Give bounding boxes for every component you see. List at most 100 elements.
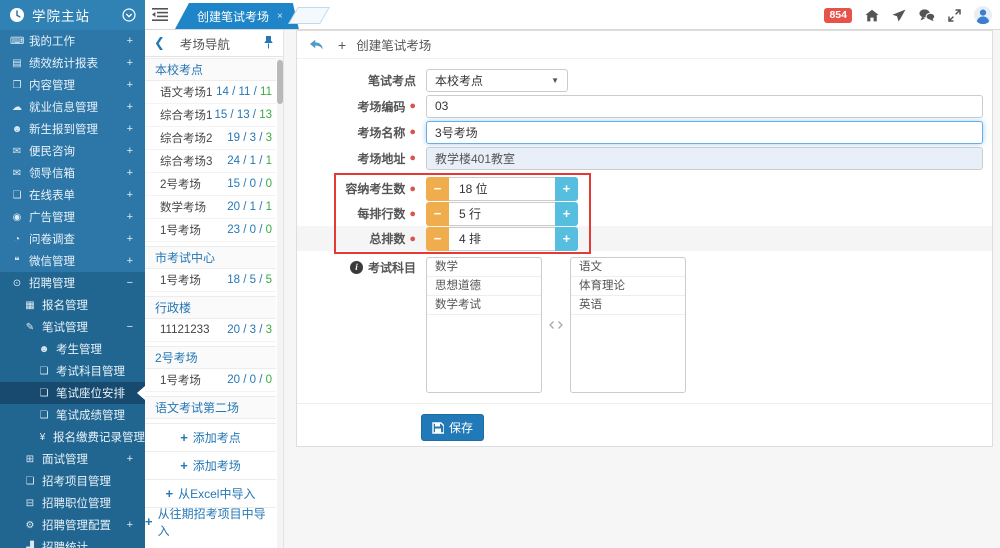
sidebar-item-在线表单[interactable]: ❏在线表单+	[0, 184, 145, 206]
sidebar-item-我的工作[interactable]: ⌨我的工作+	[0, 30, 145, 52]
sidebar-item-领导信箱[interactable]: ✉领导信箱+	[0, 162, 145, 184]
nav-exam-room[interactable]: 1号考场20 / 0 / 0	[145, 369, 276, 392]
expand-toggle-icon[interactable]: +	[127, 453, 133, 465]
nav-exam-room[interactable]: 综合考场115 / 13 / 13	[145, 104, 276, 127]
subjects-available-list[interactable]: 数学思想道德数学考试	[426, 257, 542, 393]
venue-select[interactable]: 本校考点 ▼	[426, 69, 568, 92]
nav-section-header[interactable]: 市考试中心	[145, 246, 276, 269]
pin-icon[interactable]	[263, 35, 274, 52]
nav-section-header[interactable]: 语文考试第二场	[145, 396, 276, 419]
notification-badge[interactable]: 854	[824, 8, 852, 23]
back-icon[interactable]	[309, 39, 324, 51]
subject-option[interactable]: 英语	[571, 296, 685, 315]
sidebar-item-广告管理[interactable]: ◉广告管理+	[0, 206, 145, 228]
sidebar-item-绩效统计报表[interactable]: ▤绩效统计报表+	[0, 52, 145, 74]
subject-option[interactable]: 数学	[427, 258, 541, 277]
expand-toggle-icon[interactable]: +	[127, 189, 133, 201]
nav-action-添加考场[interactable]: +添加考场	[145, 451, 276, 479]
laptop-icon: ⌨	[10, 36, 24, 47]
save-icon	[432, 422, 444, 434]
chevron-left-icon[interactable]: ❮	[154, 35, 165, 51]
plus-button[interactable]: +	[555, 202, 578, 226]
sidebar-item-笔试座位安排[interactable]: ❏笔试座位安排	[0, 382, 145, 404]
sidebar-item-新生报到管理[interactable]: ☻新生报到管理+	[0, 118, 145, 140]
expand-toggle-icon[interactable]: +	[127, 233, 133, 245]
sidebar-item-内容管理[interactable]: ❐内容管理+	[0, 74, 145, 96]
sidebar-item-就业信息管理[interactable]: ☁就业信息管理+	[0, 96, 145, 118]
save-button[interactable]: 保存	[421, 414, 484, 441]
nav-exam-room[interactable]: 语文考场114 / 11 / 11	[145, 81, 276, 104]
comments-icon[interactable]	[919, 9, 935, 22]
nav-action-从往期招考项目中导入[interactable]: +从往期招考项目中导入	[145, 507, 276, 535]
sidebar-item-报名管理[interactable]: ▦报名管理	[0, 294, 145, 316]
sidebar-item-考生管理[interactable]: ☻考生管理	[0, 338, 145, 360]
subject-option[interactable]: 体育理论	[571, 277, 685, 296]
expand-toggle-icon[interactable]: +	[127, 211, 133, 223]
nav-scrollbar-track[interactable]	[277, 58, 283, 548]
nav-exam-room[interactable]: 综合考场324 / 1 / 1	[145, 150, 276, 173]
expand-toggle-icon[interactable]: +	[127, 35, 133, 47]
home-icon[interactable]	[865, 9, 879, 22]
transfer-icon[interactable]	[542, 257, 570, 393]
sidebar-item-招聘职位管理[interactable]: ⊟招聘职位管理	[0, 492, 145, 514]
room-name-input[interactable]	[426, 121, 983, 144]
capacity-value[interactable]: 18 位	[449, 177, 555, 201]
minus-button[interactable]: −	[426, 227, 449, 251]
sidebar-item-便民咨询[interactable]: ✉便民咨询+	[0, 140, 145, 162]
expand-toggle-icon[interactable]: +	[127, 79, 133, 91]
nav-scrollbar-thumb[interactable]	[277, 60, 283, 104]
user-avatar[interactable]	[974, 6, 992, 24]
nav-exam-room[interactable]: 2号考场15 / 0 / 0	[145, 173, 276, 196]
plus-button[interactable]: +	[555, 177, 578, 201]
nav-action-添加考点[interactable]: +添加考点	[145, 423, 276, 451]
sidebar-item-招考项目管理[interactable]: ❏招考项目管理	[0, 470, 145, 492]
sidebar-item-招聘管理[interactable]: ⊙招聘管理−	[0, 272, 145, 294]
fullscreen-icon[interactable]	[948, 9, 961, 22]
nav-exam-room[interactable]: 1112123320 / 3 / 3	[145, 319, 276, 342]
sidebar-item-问卷调查[interactable]: ◔问卷调查+	[0, 228, 145, 250]
sidebar-item-招聘管理配置[interactable]: ⚙招聘管理配置+	[0, 514, 145, 536]
chevron-circle-down-icon[interactable]	[122, 8, 136, 22]
nav-action-从Excel中导入[interactable]: +从Excel中导入	[145, 479, 276, 507]
room-address-input[interactable]	[426, 147, 983, 170]
brand-header[interactable]: 学院主站	[0, 0, 145, 30]
expand-toggle-icon[interactable]: +	[127, 123, 133, 135]
room-name: 综合考场2	[160, 130, 212, 146]
expand-toggle-icon[interactable]: +	[127, 145, 133, 157]
per-row-value[interactable]: 5 行	[449, 202, 555, 226]
room-code-input[interactable]	[426, 95, 983, 118]
tab-close-icon[interactable]: ×	[277, 11, 283, 22]
nav-exam-room[interactable]: 综合考场219 / 3 / 3	[145, 127, 276, 150]
minus-button[interactable]: −	[426, 202, 449, 226]
expand-toggle-icon[interactable]: +	[127, 255, 133, 267]
expand-toggle-icon[interactable]: −	[127, 277, 133, 289]
sidebar-item-考试科目管理[interactable]: ❏考试科目管理	[0, 360, 145, 382]
nav-exam-room[interactable]: 1号考场18 / 5 / 5	[145, 269, 276, 292]
tab-create-exam-room[interactable]: 创建笔试考场 ×	[175, 3, 299, 29]
sidebar-item-面试管理[interactable]: ⊞面试管理+	[0, 448, 145, 470]
collapse-menu-icon[interactable]	[152, 8, 168, 24]
nav-section-header[interactable]: 2号考场	[145, 346, 276, 369]
expand-toggle-icon[interactable]: +	[127, 101, 133, 113]
send-icon[interactable]	[892, 9, 906, 22]
expand-toggle-icon[interactable]: +	[127, 167, 133, 179]
subject-option[interactable]: 思想道德	[427, 277, 541, 296]
subject-option[interactable]: 语文	[571, 258, 685, 277]
sidebar-item-招聘统计[interactable]: ▟招聘统计	[0, 536, 145, 548]
nav-exam-room[interactable]: 数学考场20 / 1 / 1	[145, 196, 276, 219]
total-rows-value[interactable]: 4 排	[449, 227, 555, 251]
subjects-selected-list[interactable]: 语文体育理论英语	[570, 257, 686, 393]
nav-exam-room[interactable]: 1号考场23 / 0 / 0	[145, 219, 276, 242]
expand-toggle-icon[interactable]: −	[127, 321, 133, 333]
sidebar-item-微信管理[interactable]: ❝微信管理+	[0, 250, 145, 272]
sidebar-item-笔试管理[interactable]: ✎笔试管理−	[0, 316, 145, 338]
nav-section-header[interactable]: 本校考点	[145, 58, 276, 81]
sidebar-item-报名缴费记录管理[interactable]: ¥报名缴费记录管理	[0, 426, 145, 448]
subject-option[interactable]: 数学考试	[427, 296, 541, 315]
sidebar-item-笔试成绩管理[interactable]: ❏笔试成绩管理	[0, 404, 145, 426]
plus-button[interactable]: +	[555, 227, 578, 251]
expand-toggle-icon[interactable]: +	[127, 519, 133, 531]
nav-section-header[interactable]: 行政楼	[145, 296, 276, 319]
expand-toggle-icon[interactable]: +	[127, 57, 133, 69]
minus-button[interactable]: −	[426, 177, 449, 201]
